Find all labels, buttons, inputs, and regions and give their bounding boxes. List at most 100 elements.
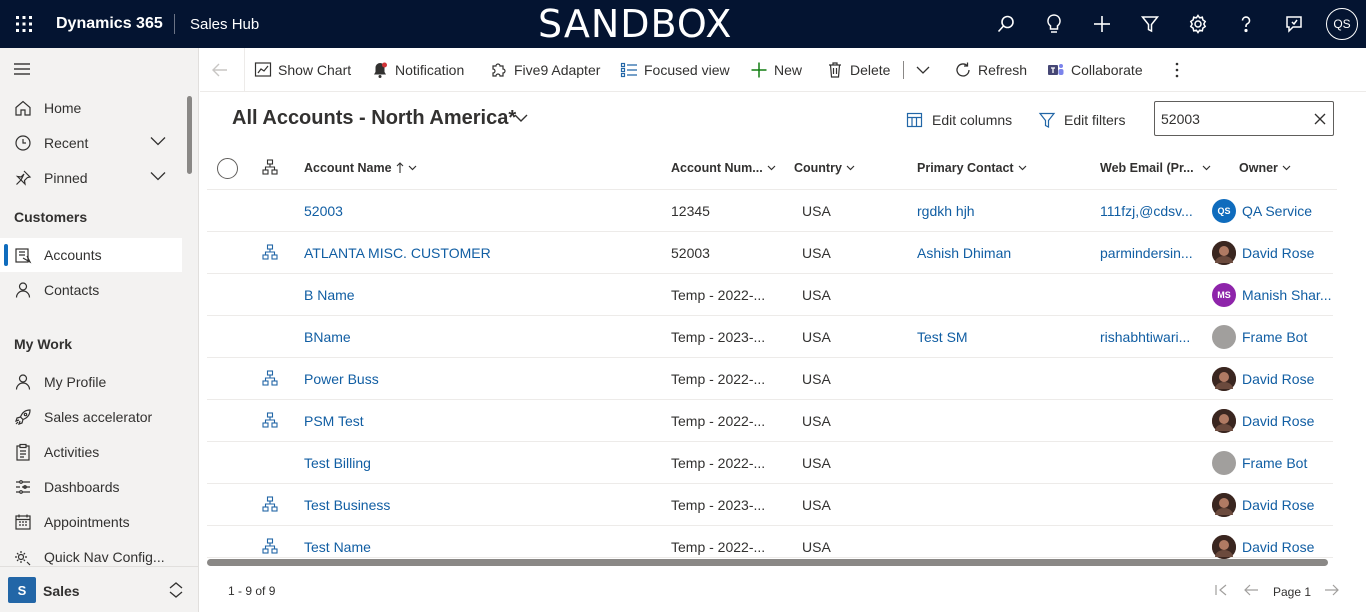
- owner-name-link[interactable]: David Rose: [1242, 413, 1314, 429]
- sidebar-item-contacts[interactable]: Contacts: [0, 273, 182, 307]
- table-row[interactable]: ATLANTA MISC. CUSTOMER 52003 USA Ashish Dhi…: [207, 232, 1333, 274]
- table-row[interactable]: PSM Test Temp - 2022-... USA David Rose: [207, 400, 1333, 442]
- sidebar-item-recent[interactable]: Recent: [0, 126, 182, 160]
- column-header-primary-contact[interactable]: Primary Contact: [917, 161, 1027, 175]
- owner-name-link[interactable]: Frame Bot: [1242, 329, 1307, 345]
- owner-name-link[interactable]: QA Service: [1242, 203, 1312, 219]
- view-selector-chevron-icon[interactable]: [514, 113, 528, 123]
- sidebar-item-pinned[interactable]: Pinned: [0, 161, 182, 195]
- column-header-web-email[interactable]: Web Email (Pr...: [1100, 161, 1211, 175]
- table-row[interactable]: Test Billing Temp - 2022-... USA Frame Bot: [207, 442, 1333, 484]
- primary-contact-link[interactable]: Ashish Dhiman: [917, 245, 1087, 261]
- notification-button[interactable]: Notification: [371, 60, 464, 80]
- collaborate-button[interactable]: Collaborate: [1047, 60, 1143, 80]
- search-icon[interactable]: [994, 12, 1018, 36]
- view-title[interactable]: All Accounts - North America*: [232, 107, 516, 130]
- hamburger-menu-icon[interactable]: [13, 62, 31, 76]
- app-name[interactable]: Dynamics 365: [56, 15, 163, 33]
- sidebar-item-appointments[interactable]: Appointments: [0, 505, 182, 539]
- table-row[interactable]: BName Temp - 2023-... USA Test SM rishabhtiw…: [207, 316, 1333, 358]
- column-header-country[interactable]: Country: [794, 161, 855, 175]
- gear-icon[interactable]: [1186, 12, 1210, 36]
- owner-cell[interactable]: David Rose: [1212, 241, 1314, 265]
- owner-name-link[interactable]: Manish Shar...: [1242, 287, 1332, 303]
- owner-name-link[interactable]: David Rose: [1242, 539, 1314, 555]
- owner-cell[interactable]: David Rose: [1212, 493, 1314, 517]
- filter-icon[interactable]: [1138, 12, 1162, 36]
- sidebar-item-my-profile[interactable]: My Profile: [0, 365, 182, 399]
- account-name-link[interactable]: B Name: [304, 287, 654, 303]
- feedback-icon[interactable]: [1282, 12, 1306, 36]
- edit-filters-button[interactable]: Edit filters: [1038, 110, 1125, 130]
- app-launcher-icon[interactable]: [12, 12, 36, 36]
- hierarchy-icon[interactable]: [262, 538, 278, 554]
- previous-page-icon[interactable]: [1243, 583, 1259, 597]
- account-name-link[interactable]: 52003: [304, 203, 654, 219]
- chevron-down-icon[interactable]: [150, 171, 166, 181]
- lightbulb-icon[interactable]: [1042, 12, 1066, 36]
- column-header-account-name[interactable]: Account Name: [304, 161, 417, 175]
- edit-columns-button[interactable]: Edit columns: [906, 110, 1012, 130]
- owner-cell[interactable]: Frame Bot: [1212, 451, 1307, 475]
- web-email-link[interactable]: 111fzj,@cdsv...: [1100, 203, 1196, 219]
- account-name-link[interactable]: Test Business: [304, 497, 654, 513]
- hierarchy-icon[interactable]: [262, 370, 278, 386]
- back-arrow-icon[interactable]: [210, 60, 230, 80]
- hierarchy-icon[interactable]: [262, 412, 278, 428]
- primary-contact-link[interactable]: rgdkh hjh: [917, 203, 1087, 219]
- owner-cell[interactable]: MS Manish Shar...: [1212, 283, 1332, 307]
- horizontal-scrollbar[interactable]: [207, 559, 1328, 566]
- sidebar-scrollbar[interactable]: [187, 96, 192, 174]
- table-row[interactable]: Test Business Temp - 2023-... USA David Ros…: [207, 484, 1333, 526]
- close-icon[interactable]: [1313, 112, 1327, 126]
- column-header-owner[interactable]: Owner: [1239, 161, 1291, 175]
- sidebar-item-accounts[interactable]: Accounts: [0, 238, 182, 272]
- sidebar-item-dashboards[interactable]: Dashboards: [0, 470, 182, 504]
- sidebar-item-home[interactable]: Home: [0, 91, 182, 125]
- web-email-link[interactable]: parmindersin...: [1100, 245, 1196, 261]
- sidebar-item-sales-accelerator[interactable]: Sales accelerator: [0, 400, 182, 434]
- owner-cell[interactable]: Frame Bot: [1212, 325, 1307, 349]
- owner-cell[interactable]: David Rose: [1212, 409, 1314, 433]
- five9-adapter-button[interactable]: Five9 Adapter: [490, 60, 600, 80]
- account-name-link[interactable]: Power Buss: [304, 371, 654, 387]
- hub-name[interactable]: Sales Hub: [190, 16, 259, 33]
- more-commands-button[interactable]: [1168, 60, 1192, 80]
- web-email-link[interactable]: rishabhtiwari...: [1100, 329, 1196, 345]
- grid-search-box[interactable]: [1154, 101, 1334, 136]
- hierarchy-icon[interactable]: [262, 244, 278, 260]
- owner-cell[interactable]: David Rose: [1212, 535, 1314, 559]
- table-row[interactable]: 52003 12345 USA rgdkh hjh 111fzj,@cdsv... QS Q…: [207, 190, 1333, 232]
- select-all-checkbox[interactable]: [217, 158, 238, 179]
- account-name-link[interactable]: BName: [304, 329, 654, 345]
- new-button[interactable]: New: [750, 60, 802, 80]
- account-name-link[interactable]: Test Name: [304, 539, 654, 555]
- owner-name-link[interactable]: Frame Bot: [1242, 455, 1307, 471]
- more-delete-options-button[interactable]: [914, 60, 938, 80]
- show-chart-button[interactable]: Show Chart: [254, 60, 351, 80]
- chevron-up-down-icon[interactable]: [168, 581, 184, 599]
- area-switcher[interactable]: S Sales: [0, 566, 199, 612]
- account-name-link[interactable]: ATLANTA MISC. CUSTOMER: [304, 245, 654, 261]
- user-avatar[interactable]: QS: [1326, 8, 1358, 40]
- search-input[interactable]: [1161, 110, 1307, 128]
- first-page-icon[interactable]: [1214, 583, 1228, 597]
- table-row[interactable]: B Name Temp - 2022-... USA MS Manish Shar...: [207, 274, 1333, 316]
- help-icon[interactable]: [1234, 12, 1258, 36]
- owner-name-link[interactable]: David Rose: [1242, 245, 1314, 261]
- account-name-link[interactable]: PSM Test: [304, 413, 654, 429]
- primary-contact-link[interactable]: Test SM: [917, 329, 1087, 345]
- focused-view-button[interactable]: Focused view: [620, 60, 730, 80]
- next-page-icon[interactable]: [1324, 583, 1340, 597]
- chevron-down-icon[interactable]: [150, 136, 166, 146]
- column-header-account-number[interactable]: Account Num...: [671, 161, 776, 175]
- delete-button[interactable]: Delete: [826, 60, 890, 80]
- hierarchy-icon[interactable]: [262, 496, 278, 512]
- refresh-button[interactable]: Refresh: [954, 60, 1027, 80]
- table-row[interactable]: Test Name Temp - 2022-... USA David Rose: [207, 526, 1333, 559]
- table-row[interactable]: Power Buss Temp - 2022-... USA David Rose: [207, 358, 1333, 400]
- owner-cell[interactable]: David Rose: [1212, 367, 1314, 391]
- owner-name-link[interactable]: David Rose: [1242, 497, 1314, 513]
- owner-cell[interactable]: QS QA Service: [1212, 199, 1312, 223]
- plus-icon[interactable]: [1090, 12, 1114, 36]
